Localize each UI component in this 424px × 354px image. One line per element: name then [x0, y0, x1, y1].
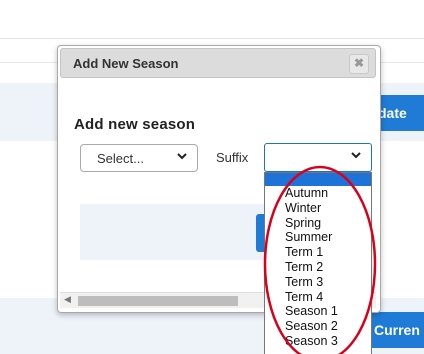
suffix-label: Suffix: [216, 150, 249, 165]
dialog-title: Add New Season: [73, 56, 179, 71]
dropdown-option[interactable]: Winter: [265, 201, 371, 216]
dropdown-option-blank[interactable]: [265, 173, 371, 186]
close-icon[interactable]: ✖: [349, 54, 369, 74]
dropdown-option[interactable]: Term 2: [265, 260, 371, 275]
suffix-dropdown-list: Autumn Winter Spring Summer Term 1 Term …: [264, 172, 372, 354]
scroll-left-icon[interactable]: ◀: [64, 294, 71, 305]
dialog-heading: Add new season: [74, 116, 196, 133]
chevron-down-icon: [176, 150, 188, 165]
current-button[interactable]: Curren: [368, 312, 424, 348]
dropdown-option[interactable]: Term 3: [265, 275, 371, 290]
dropdown-option[interactable]: Term 1: [265, 245, 371, 260]
background-divider-top: [0, 38, 424, 39]
suffix-select[interactable]: [264, 143, 372, 172]
dropdown-option[interactable]: Season 3: [265, 334, 371, 349]
dialog-titlebar[interactable]: Add New Season ✖: [60, 48, 376, 78]
dropdown-option[interactable]: Autumn: [265, 186, 371, 201]
dropdown-option[interactable]: Season 2: [265, 319, 371, 334]
season-select[interactable]: Select...: [80, 144, 198, 172]
scrollbar-thumb[interactable]: [78, 296, 238, 306]
season-select-value: Select...: [97, 151, 144, 166]
dropdown-option[interactable]: Summer: [265, 230, 371, 245]
dropdown-option[interactable]: Spring: [265, 216, 371, 231]
chevron-down-icon: [350, 149, 362, 164]
dropdown-option[interactable]: Season 1: [265, 304, 371, 319]
dropdown-option[interactable]: Term 4: [265, 290, 371, 305]
